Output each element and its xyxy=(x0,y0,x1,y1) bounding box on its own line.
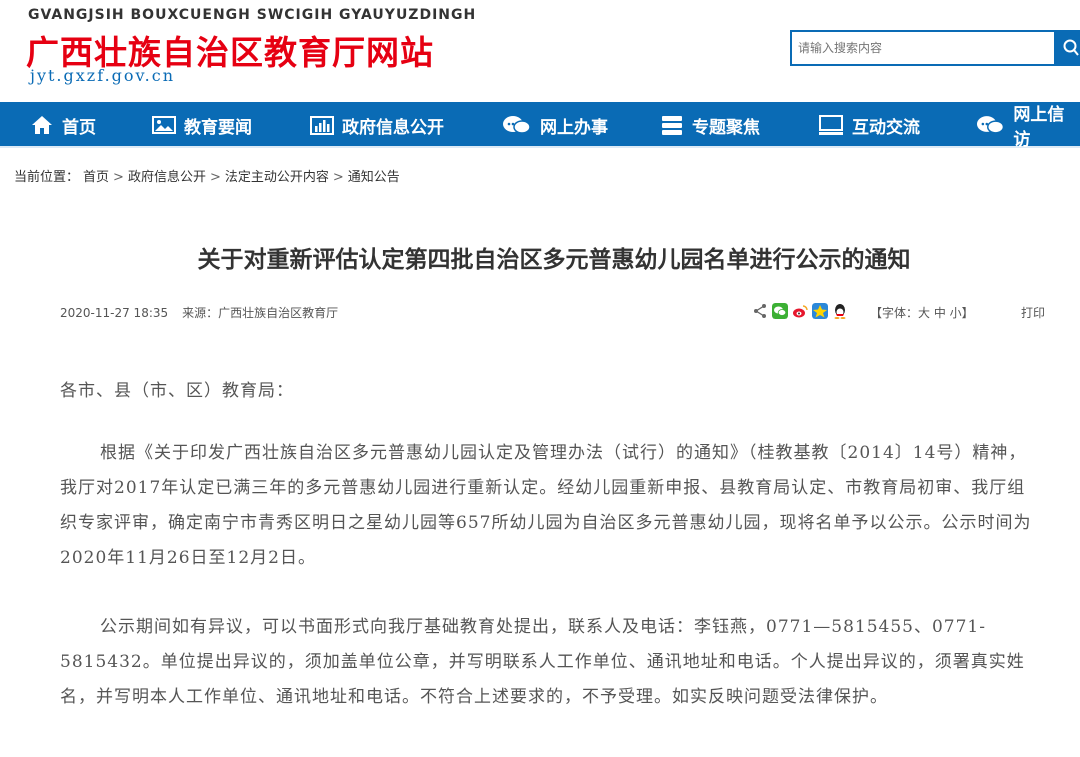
article-greeting: 各市、县（市、区）教育局： xyxy=(60,381,294,401)
article-source: 来源：广西壮族自治区教育厅 xyxy=(182,306,339,320)
search-icon xyxy=(1063,39,1079,56)
nav-item-label: 政府信息公开 xyxy=(342,117,444,138)
nav-item-label: 专题聚焦 xyxy=(692,117,760,138)
site-url: jyt.gxzf.gov.cn xyxy=(30,66,176,85)
article-title: 关于对重新评估认定第四批自治区多元普惠幼儿园名单进行公示的通知 xyxy=(197,247,911,273)
nav-item-label: 网上信访 xyxy=(1013,105,1065,150)
nav-item-home[interactable]: 首页 xyxy=(30,102,96,148)
breadcrumb-item-gov-info[interactable]: 政府信息公开 xyxy=(128,170,206,185)
site-name-english: GVANGJSIH BOUXCUENGH SWCIGIH GYAUYUZDING… xyxy=(28,7,477,23)
nav-item-special-topics[interactable]: 专题聚焦 xyxy=(660,102,760,148)
font-size-control[interactable]: 【字体：大 中 小】 xyxy=(870,304,974,321)
nav-item-interaction[interactable]: 互动交流 xyxy=(818,102,920,148)
nav-item-education-news[interactable]: 教育要闻 xyxy=(152,102,252,148)
nav-item-gov-info[interactable]: 政府信息公开 xyxy=(310,102,444,148)
chat-bubbles-icon xyxy=(976,116,1005,134)
stack-icon xyxy=(662,116,682,135)
main-nav: 首页 教育要闻 政府信息公开 网上办事 专题聚焦 互动交流 网上信访 xyxy=(0,102,1080,150)
chat-bubbles-icon xyxy=(503,116,531,134)
breadcrumb-separator: > xyxy=(113,170,124,185)
breadcrumb-prefix: 当前位置： xyxy=(14,170,80,185)
nav-item-online-services[interactable]: 网上办事 xyxy=(502,102,608,148)
nav-item-label: 网上办事 xyxy=(540,117,608,138)
print-link[interactable]: 打印 xyxy=(1021,304,1045,321)
breadcrumb-separator: > xyxy=(209,170,221,185)
wechat-icon[interactable] xyxy=(772,303,788,319)
breadcrumb-item-statutory[interactable]: 法定主动公开内容 xyxy=(225,170,329,185)
site-header: GVANGJSIH BOUXCUENGH SWCIGIH GYAUYUZDING… xyxy=(0,0,1080,100)
share-icon[interactable] xyxy=(752,303,768,319)
nav-item-label: 教育要闻 xyxy=(184,117,252,138)
article-paragraph: 根据《关于印发广西壮族自治区多元普惠幼儿园认定及管理办法（试行）的通知》（桂教基… xyxy=(60,443,1032,568)
search-input[interactable] xyxy=(792,32,1054,64)
home-icon xyxy=(32,116,52,134)
qzone-icon[interactable] xyxy=(812,303,828,319)
monitor-icon xyxy=(819,115,843,135)
nav-item-online-petition[interactable]: 网上信访 xyxy=(976,102,1080,150)
breadcrumb-item-notices[interactable]: 通知公告 xyxy=(348,170,400,185)
nav-item-label: 互动交流 xyxy=(852,117,920,138)
breadcrumb-item-home[interactable]: 首页 xyxy=(83,170,109,185)
weibo-icon[interactable] xyxy=(792,303,808,319)
share-bar xyxy=(752,303,852,319)
breadcrumb: 当前位置： 首页 > 政府信息公开 > 法定主动公开内容 > 通知公告 xyxy=(14,166,404,185)
breadcrumb-separator: > xyxy=(332,170,344,185)
article-paragraph: 公示期间如有异议，可以书面形式向我厅基础教育处提出，联系人及电话：李钰燕，077… xyxy=(60,617,1025,707)
nav-item-label: 首页 xyxy=(62,117,96,138)
article-meta: 2020-11-27 18:35 来源：广西壮族自治区教育厅 xyxy=(60,304,338,321)
search-box[interactable] xyxy=(790,30,1056,66)
article-date: 2020-11-27 18:35 xyxy=(60,306,169,320)
search-button[interactable] xyxy=(1054,30,1080,66)
qq-icon[interactable] xyxy=(832,303,848,319)
image-icon xyxy=(152,116,176,134)
bar-chart-icon xyxy=(310,116,334,135)
